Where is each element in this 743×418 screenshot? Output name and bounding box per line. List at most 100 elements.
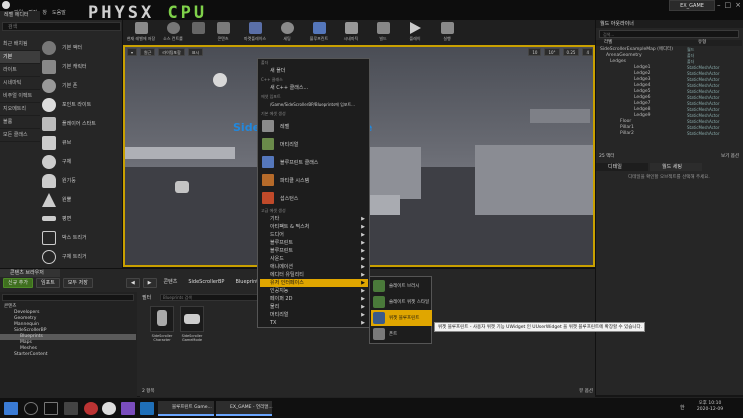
breadcrumb-folder[interactable]: SideScrollerBP	[184, 278, 228, 288]
create-level-item[interactable]: 레벨	[260, 118, 368, 134]
place-category[interactable]: 라이트	[0, 64, 40, 77]
place-search-input[interactable]: 검색	[2, 22, 121, 31]
slate-widget-style-item[interactable]: 슬레이트 위젯 스타일	[371, 294, 432, 310]
menu-help[interactable]: 도움말	[52, 8, 66, 18]
create-blueprint-class-item[interactable]: 블루프린트 클래스	[260, 154, 368, 170]
menu-window[interactable]: 창	[42, 8, 47, 18]
user-interface-item[interactable]: 유저 인터페이스 ▶	[260, 279, 368, 287]
tray-lang[interactable]: 한	[680, 404, 685, 411]
widget-blueprint-item[interactable]: 위젯 블루프린트	[371, 310, 432, 326]
new-folder-item[interactable]: 새 폴더	[260, 67, 368, 75]
outliner-row[interactable]: Pillar2 StaticMeshActor	[596, 131, 742, 137]
place-category[interactable]: 비주얼 이펙트	[0, 90, 40, 103]
create-particle-system-item[interactable]: 파티클 시스템	[260, 172, 368, 188]
tab-details[interactable]: 디테일	[596, 163, 648, 171]
place-item[interactable]: 기본 폰	[40, 76, 122, 95]
place-category[interactable]: 최근 배치됨	[0, 38, 40, 51]
adv-item[interactable]: 페이퍼 2D ▶	[260, 295, 368, 303]
search-icon[interactable]	[24, 402, 38, 415]
blueprints-button[interactable]: 블루프린트	[303, 20, 335, 45]
create-substance-item[interactable]: 섭스턴스	[260, 190, 368, 206]
place-item[interactable]: 평면	[40, 209, 122, 228]
place-item[interactable]: 박스 트리거	[40, 228, 122, 247]
adv-item[interactable]: 드디어 ▶	[260, 231, 368, 239]
import-button[interactable]: 임포트	[36, 278, 60, 288]
maximize-icon[interactable]: □	[725, 0, 732, 11]
grid-snap-value[interactable]: 10	[528, 48, 542, 56]
place-item[interactable]: 플레이어 스타트	[40, 114, 122, 133]
app-icon[interactable]	[84, 402, 98, 415]
tab-world-settings[interactable]: 월드 세팅	[650, 163, 702, 171]
back-button[interactable]: ◀	[125, 278, 140, 288]
adv-item[interactable]: 인공지능 ▶	[260, 287, 368, 295]
outliner-search-input[interactable]: 검색...	[599, 30, 739, 38]
place-category[interactable]: 모든 클래스	[0, 129, 40, 142]
tree-item[interactable]: StarterContent	[0, 352, 136, 358]
place-category[interactable]: 시네마틱	[0, 77, 40, 90]
windows-start-icon[interactable]	[4, 402, 18, 415]
place-category[interactable]: 지오메트리	[0, 103, 40, 116]
lit-button[interactable]: 라이팅포함	[158, 48, 185, 56]
save-all-button[interactable]: 모두 저장	[62, 278, 93, 288]
place-item[interactable]: 기본 액터	[40, 38, 122, 57]
app-icon[interactable]	[102, 402, 116, 415]
cinematics-button[interactable]: 시네마틱	[335, 20, 367, 45]
viewport-options-button[interactable]: ▾	[127, 48, 138, 56]
create-material-item[interactable]: 머티리얼	[260, 136, 368, 152]
scale-snap-value[interactable]: 0.25	[562, 48, 580, 56]
place-item[interactable]: 원기둥	[40, 171, 122, 190]
adv-item[interactable]: 사운드 ▶	[260, 255, 368, 263]
camera-speed-value[interactable]: 4	[582, 48, 593, 56]
calculator-icon[interactable]	[64, 402, 78, 415]
adv-item[interactable]: 기타 ▶	[260, 215, 368, 223]
cb-view-options[interactable]: 뷰 옵션	[579, 388, 593, 394]
marketplace-button[interactable]: 마켓플레이스	[239, 20, 271, 45]
taskbar-app-chrome[interactable]: 블루프린트 Game...	[158, 401, 214, 416]
task-view-icon[interactable]	[44, 402, 58, 415]
adv-item[interactable]: 블루프린트 ▶	[260, 239, 368, 247]
place-item[interactable]: 기본 캐릭터	[40, 57, 122, 76]
forward-button[interactable]: ▶	[142, 278, 157, 288]
adv-item[interactable]: TX ▶	[260, 319, 368, 327]
font-item[interactable]: 폰트	[371, 326, 432, 342]
add-new-button[interactable]: 신규 추가	[3, 278, 33, 288]
slate-brush-item[interactable]: 슬레이트 브러시	[371, 278, 432, 294]
build-button[interactable]: 빌드	[367, 20, 399, 45]
source-control-button[interactable]: 소스 컨트롤	[157, 20, 189, 45]
show-button[interactable]: 표시	[187, 48, 204, 56]
play-button[interactable]: 플레이	[399, 20, 431, 45]
asset-tile[interactable]	[150, 306, 174, 332]
perspective-button[interactable]: 원근	[140, 48, 156, 56]
taskbar-app-unreal[interactable]: EX_GAME - 언리얼...	[216, 401, 273, 416]
visual-studio-icon[interactable]	[121, 402, 135, 415]
app-icon[interactable]	[140, 402, 154, 415]
rotation-snap-value[interactable]: 10°	[544, 48, 560, 56]
content-button[interactable]: 콘텐츠	[207, 20, 239, 45]
place-item[interactable]: 원뿔	[40, 190, 122, 209]
adv-item[interactable]: 머티리얼 ▶	[260, 311, 368, 319]
place-item[interactable]: 구체 트리거	[40, 247, 122, 266]
asset-tile[interactable]	[180, 306, 204, 332]
place-item[interactable]: 포인트 라이트	[40, 95, 122, 114]
adv-item[interactable]: 애니메이션 ▶	[260, 263, 368, 271]
settings-button[interactable]: 세팅	[271, 20, 303, 45]
tree-search-input[interactable]	[2, 294, 134, 301]
adv-item[interactable]: 블루프린트 ▶	[260, 247, 368, 255]
outliner-tab[interactable]: 월드 아웃라이너	[596, 20, 743, 28]
breadcrumb-root[interactable]: 콘텐츠	[160, 278, 182, 288]
adv-item[interactable]: 에디터 유틸리티 ▶	[260, 271, 368, 279]
place-category[interactable]: 볼륨	[0, 116, 40, 129]
place-item[interactable]: 구체	[40, 152, 122, 171]
launch-button[interactable]: 실행	[431, 20, 463, 45]
save-current-button[interactable]: 현재 레벨에 저장	[125, 20, 157, 45]
tray-clock[interactable]: 오후 10:10 2020-12-09	[690, 401, 730, 413]
col-label[interactable]: 라벨	[604, 40, 612, 46]
filter-button[interactable]: 필터	[142, 294, 151, 301]
import-to-item[interactable]: /Game/SideScrollerBP/Blueprints에 임포트...	[260, 101, 368, 109]
new-cpp-class-item[interactable]: 새 C++ 클래스...	[260, 84, 368, 92]
adv-item[interactable]: 아티팩트 & 찍스처 ▶	[260, 223, 368, 231]
place-item[interactable]: 큐브	[40, 133, 122, 152]
outliner-view-options[interactable]: 보기 옵션	[721, 153, 739, 161]
level-editor-tab[interactable]: 레벨 에디터	[0, 11, 40, 20]
col-type[interactable]: 유형	[698, 40, 706, 46]
